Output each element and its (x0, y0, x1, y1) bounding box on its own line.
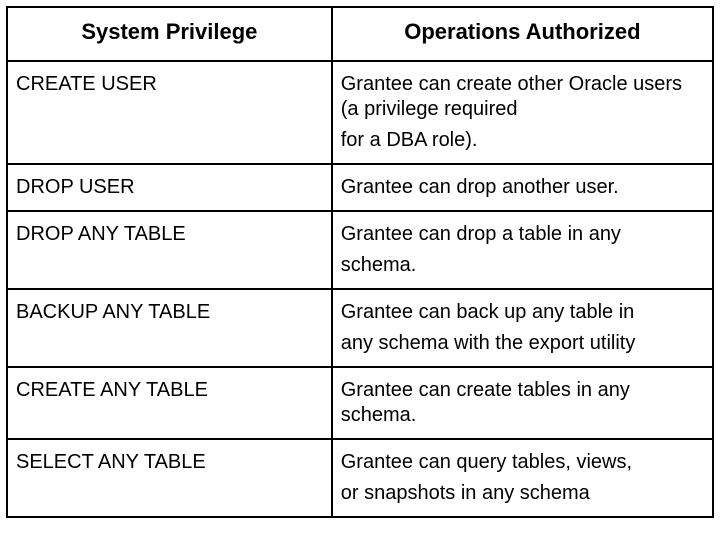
operations-line: schema. (341, 253, 704, 278)
operations-line: for a DBA role). (341, 128, 704, 153)
operations-line: Grantee can drop a table in any (341, 222, 704, 247)
operations-cell: Grantee can drop a table in any schema. (332, 211, 713, 289)
privilege-cell: CREATE ANY TABLE (7, 367, 332, 439)
operations-cell: Grantee can back up any table in any sch… (332, 289, 713, 367)
operations-line: Grantee can query tables, views, (341, 450, 704, 475)
table-row: DROP ANY TABLE Grantee can drop a table … (7, 211, 713, 289)
table-row: BACKUP ANY TABLE Grantee can back up any… (7, 289, 713, 367)
operations-line: Grantee can drop another user. (341, 175, 704, 200)
operations-line: Grantee can create other Oracle users (a… (341, 72, 704, 122)
privileges-table: System Privilege Operations Authorized C… (6, 6, 714, 518)
privilege-cell: DROP USER (7, 164, 332, 211)
header-operations: Operations Authorized (332, 7, 713, 61)
privilege-cell: CREATE USER (7, 61, 332, 164)
table-row: DROP USER Grantee can drop another user. (7, 164, 713, 211)
operations-cell: Grantee can create tables in any schema. (332, 367, 713, 439)
privilege-cell: DROP ANY TABLE (7, 211, 332, 289)
operations-line: any schema with the export utility (341, 331, 704, 356)
operations-cell: Grantee can drop another user. (332, 164, 713, 211)
operations-cell: Grantee can query tables, views, or snap… (332, 439, 713, 517)
operations-line: Grantee can create tables in any schema. (341, 378, 704, 428)
privilege-cell: SELECT ANY TABLE (7, 439, 332, 517)
header-privilege: System Privilege (7, 7, 332, 61)
table-row: CREATE ANY TABLE Grantee can create tabl… (7, 367, 713, 439)
operations-line: or snapshots in any schema (341, 481, 704, 506)
privilege-cell: BACKUP ANY TABLE (7, 289, 332, 367)
operations-cell: Grantee can create other Oracle users (a… (332, 61, 713, 164)
table-row: CREATE USER Grantee can create other Ora… (7, 61, 713, 164)
operations-line: Grantee can back up any table in (341, 300, 704, 325)
table-row: SELECT ANY TABLE Grantee can query table… (7, 439, 713, 517)
